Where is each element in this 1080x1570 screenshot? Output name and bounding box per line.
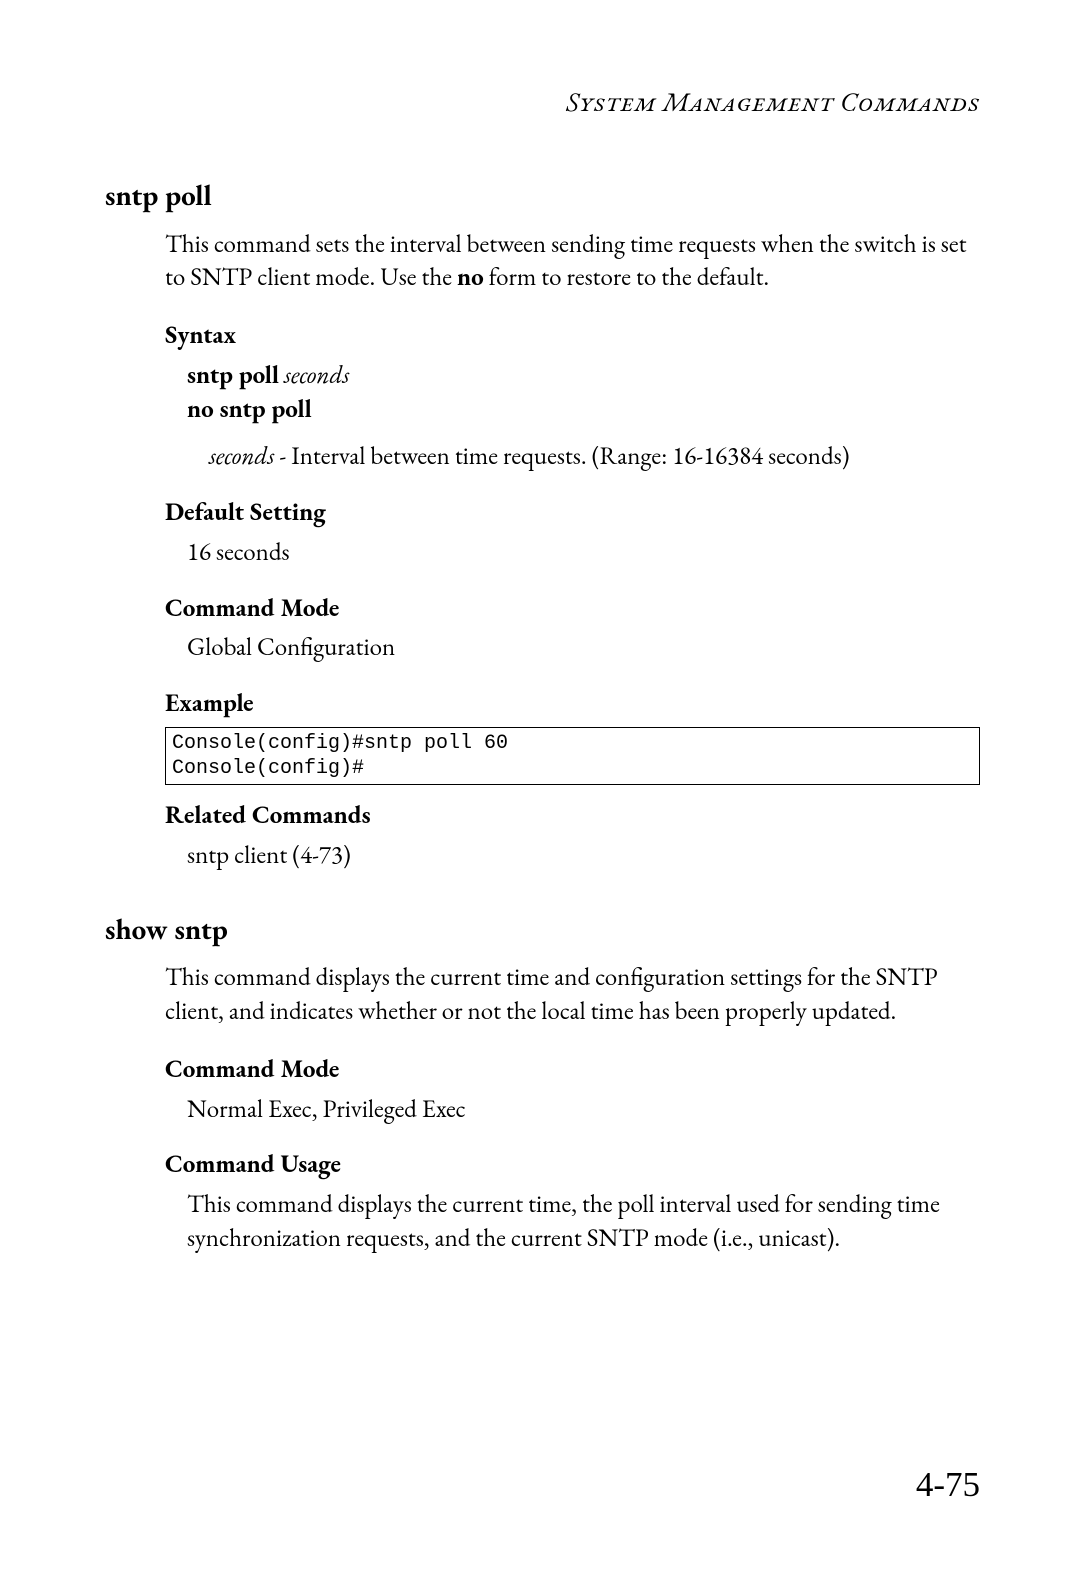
param-name: seconds	[209, 440, 274, 472]
mode-value-2: Normal Exec, Privileged Exec	[187, 1093, 980, 1127]
section-body-show-sntp: This command displays the current time a…	[165, 961, 980, 1255]
syntax-param: seconds - Interval between time requests…	[209, 440, 980, 474]
syntax-cmd: sntp poll	[187, 359, 279, 391]
intro-paragraph-2: This command displays the current time a…	[165, 961, 980, 1029]
example-code: Console(config)#sntp poll 60 Console(con…	[165, 727, 980, 785]
related-label: Related Commands	[165, 799, 980, 833]
mode-label-2: Command Mode	[165, 1053, 980, 1087]
related-value: sntp client (4-73)	[187, 839, 980, 873]
syntax-label: Syntax	[165, 319, 980, 353]
default-value: 16 seconds	[187, 536, 980, 570]
section-body-sntp-poll: This command sets the interval between s…	[165, 228, 980, 873]
mode-label: Command Mode	[165, 592, 980, 626]
intro-text-post: form to restore to the default.	[484, 261, 769, 293]
page: System Management Commands sntp poll Thi…	[0, 0, 1080, 1570]
usage-value: This command displays the current time, …	[187, 1188, 980, 1256]
syntax-line-1: sntp poll seconds	[187, 359, 980, 393]
intro-paragraph: This command sets the interval between s…	[165, 228, 980, 296]
running-header-text: System Management Commands	[566, 85, 980, 120]
syntax-lines: sntp poll seconds no sntp poll	[187, 359, 980, 427]
intro-text-bold: no	[457, 261, 484, 293]
param-desc: - Interval between time requests. (Range…	[274, 440, 849, 472]
usage-label: Command Usage	[165, 1148, 980, 1182]
syntax-line-2: no sntp poll	[187, 393, 980, 427]
running-header: System Management Commands	[105, 85, 980, 121]
section-title-show-sntp: show sntp	[105, 910, 980, 949]
page-number: 4-75	[916, 1461, 980, 1508]
section-title-sntp-poll: sntp poll	[105, 176, 980, 215]
syntax-arg: seconds	[279, 359, 349, 391]
default-label: Default Setting	[165, 496, 980, 530]
mode-value: Global Configuration	[187, 631, 980, 665]
example-label: Example	[165, 687, 980, 721]
